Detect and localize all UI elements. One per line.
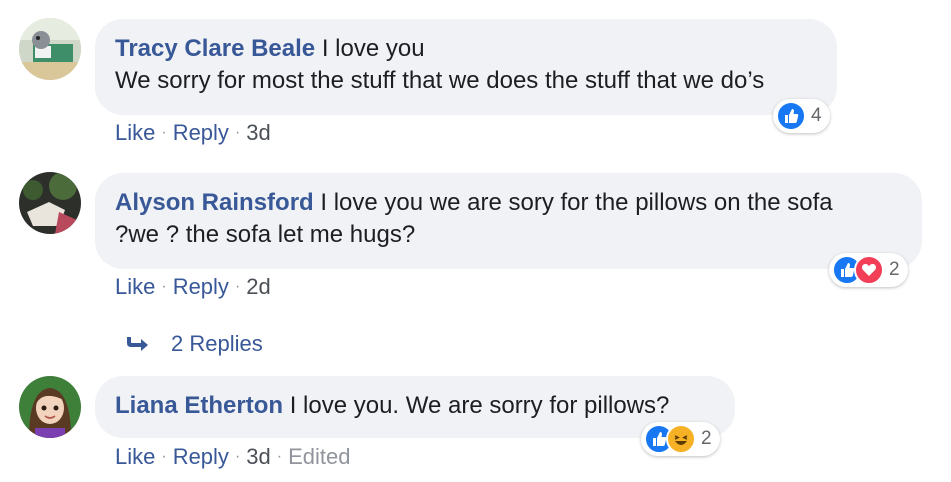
reply-arrow-icon [127, 337, 148, 351]
comment-bubble: Liana Etherton I love you. We are sorry … [95, 376, 735, 438]
separator: · [234, 278, 241, 295]
separator: · [234, 448, 241, 465]
comment-actions: Like · Reply · 3d · Edited [115, 442, 350, 472]
love-icon [854, 255, 884, 285]
replies-count-label: 2 Replies [171, 331, 263, 356]
separator: · [161, 124, 167, 141]
avatar[interactable] [19, 172, 81, 234]
comment-text: ?we ? the sofa let me hugs? [115, 221, 416, 248]
timestamp[interactable]: 3d [246, 120, 270, 146]
comment-text: We sorry for most the stuff that we does… [115, 67, 765, 94]
comment-actions: Like · Reply · 3d [115, 118, 271, 148]
separator: · [161, 448, 167, 465]
reaction-count: 2 [889, 259, 900, 280]
reply-link[interactable]: Reply [173, 120, 229, 146]
timestamp[interactable]: 3d [246, 444, 270, 470]
author-name[interactable]: Liana Etherton [115, 392, 283, 419]
separator: · [234, 124, 241, 141]
reply-link[interactable]: Reply [173, 274, 229, 300]
reaction-count: 2 [701, 428, 712, 449]
comment-text: I love you. We are sorry for pillows? [289, 392, 670, 419]
reaction-count: 4 [811, 105, 822, 126]
comment-bubble: Alyson Rainsford I love you we are sory … [95, 173, 922, 269]
avatar-image [19, 376, 81, 438]
comment-text: I love you we are sory for the pillows o… [320, 189, 833, 216]
reaction-summary[interactable]: 2 [641, 422, 720, 456]
comment-bubble: Tracy Clare Beale I love you We sorry fo… [95, 19, 837, 115]
comment-actions: Like · Reply · 2d [115, 272, 271, 302]
like-icon [776, 101, 806, 131]
avatar[interactable] [19, 376, 81, 438]
timestamp[interactable]: 2d [246, 274, 270, 300]
author-name[interactable]: Alyson Rainsford [115, 189, 314, 216]
reaction-summary[interactable]: 2 [829, 253, 908, 287]
comment-text: I love you [321, 35, 425, 62]
avatar[interactable] [19, 18, 81, 80]
separator: · [161, 278, 167, 295]
view-replies-link[interactable]: 2 Replies [125, 329, 263, 359]
reaction-summary[interactable]: 4 [773, 99, 830, 133]
haha-icon [666, 424, 696, 454]
like-link[interactable]: Like [115, 444, 155, 470]
separator: · [276, 448, 283, 465]
avatar-image [19, 172, 81, 234]
author-name[interactable]: Tracy Clare Beale [115, 35, 315, 62]
edited-label[interactable]: Edited [288, 444, 350, 470]
avatar-image [19, 18, 81, 80]
like-link[interactable]: Like [115, 120, 155, 146]
reply-link[interactable]: Reply [173, 444, 229, 470]
like-link[interactable]: Like [115, 274, 155, 300]
